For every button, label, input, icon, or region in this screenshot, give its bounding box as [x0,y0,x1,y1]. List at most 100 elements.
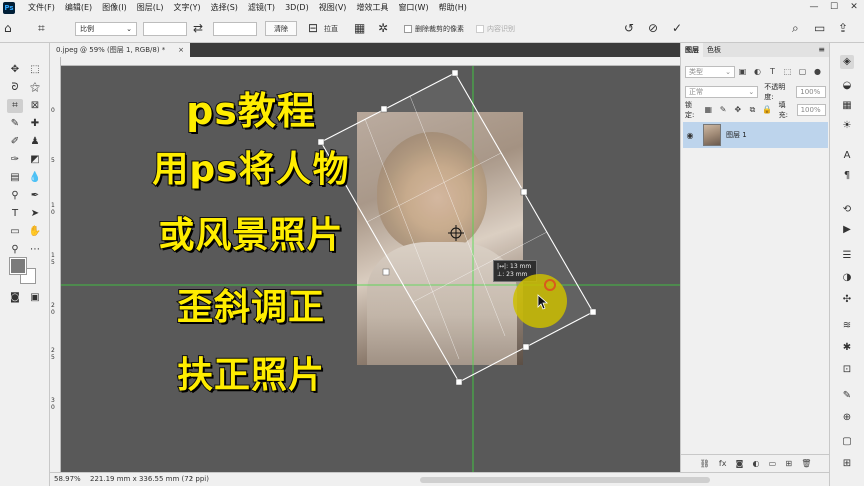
frame-tool-icon[interactable]: ⊠ [27,99,43,113]
filter-pixel-icon[interactable]: ▣ [737,66,748,77]
gradient-tool-icon[interactable]: ▤ [7,171,23,185]
commit-check-icon[interactable]: ✓ [672,20,688,37]
lock-artboard-icon[interactable]: ⧉ [747,104,758,115]
screen-mode-icon[interactable]: ▣ [27,291,43,305]
eyedropper-tool-icon[interactable]: ✎ [7,117,23,131]
paths-dock-icon[interactable]: ✱ [840,341,854,355]
search-icon[interactable]: ⌕ [792,20,806,37]
delete-cropped-checkbox[interactable] [404,24,412,33]
trash-icon[interactable]: 🗑 [801,459,811,468]
foreground-color-swatch[interactable] [9,257,27,275]
menu-3d[interactable]: 3D(D) [280,3,314,12]
styles-dock-icon[interactable]: ✣ [840,293,854,307]
actions-dock-icon[interactable]: ▶ [840,223,854,237]
straighten-icon[interactable]: ⊟ [306,20,320,37]
filter-adjustment-icon[interactable]: ◐ [752,66,763,77]
menu-edit[interactable]: 编辑(E) [60,2,97,13]
menu-file[interactable]: 文件(F) [23,2,60,13]
tab-swatches[interactable]: 色板 [703,43,725,57]
history-brush-tool-icon[interactable]: ✑ [7,153,23,167]
filter-toggle-icon[interactable]: ● [812,66,823,77]
clear-button[interactable]: 清除 [265,21,297,36]
menu-plugins[interactable]: 增效工具 [351,2,393,13]
content-aware-checkbox[interactable] [476,24,484,33]
blend-mode-select[interactable]: 正常 ⌄ [685,85,759,98]
channels-dock-icon[interactable]: ≋ [840,319,854,333]
crop-tool-icon[interactable]: ⌗ [7,99,23,113]
zoom-level[interactable]: 58.97% [54,475,81,483]
status-arrow-icon[interactable]: › [190,474,193,482]
menu-help[interactable]: 帮助(H) [434,2,472,13]
add-mask-icon[interactable]: ◙ [736,459,744,468]
navigator-dock-icon[interactable]: ▢ [840,435,854,449]
character-dock-icon[interactable]: A [840,149,854,163]
filter-smart-object-icon[interactable]: ▢ [797,66,808,77]
crop-tool-preset-icon[interactable]: ⌗ [38,20,52,37]
new-layer-icon[interactable]: ⊞ [785,459,792,468]
lock-all-icon[interactable]: 🔒 [762,104,773,115]
properties-dock-icon[interactable]: ☰ [840,249,854,263]
move-tool-icon[interactable]: ✥ [7,63,23,77]
brushes-dock-icon[interactable]: ✎ [840,389,854,403]
clone-source-dock-icon[interactable]: ⊕ [840,411,854,425]
brush-tool-icon[interactable]: ✐ [7,135,23,149]
menu-image[interactable]: 图像(I) [97,2,132,13]
info-dock-icon[interactable]: ⊞ [840,457,854,471]
zoom-tool-icon[interactable]: ⚲ [7,243,23,257]
cancel-icon[interactable]: ⊘ [648,20,664,37]
fx-icon[interactable]: fx [719,459,727,468]
fill-field[interactable]: 100% [796,103,827,116]
lock-pixels-icon[interactable]: ✎ [718,104,729,115]
gear-icon[interactable]: ✲ [378,20,392,37]
pen-tool-icon[interactable]: ✒ [27,189,43,203]
stamp-tool-icon[interactable]: ♟ [27,135,43,149]
healing-brush-tool-icon[interactable]: ✚ [27,117,43,131]
history-dock-icon[interactable]: ⟲ [840,203,854,217]
lasso-tool-icon[interactable]: ᘐ [7,81,23,95]
blur-tool-icon[interactable]: 💧 [27,171,43,185]
panel-menu-icon[interactable]: ≡ [818,43,825,57]
layer-name[interactable]: 图层 1 [726,130,747,140]
menu-type[interactable]: 文字(Y) [168,2,205,13]
menu-window[interactable]: 窗口(W) [393,2,433,13]
canvas-area[interactable]: ps教程 用ps将人物 或风景照片 歪斜调正 扶正照片 |↔|: 13 mm ⊥… [61,66,680,472]
width-field[interactable] [143,21,187,36]
lock-position-icon[interactable]: ✥ [732,104,743,115]
workspace-icon[interactable]: ▭ [814,20,828,37]
type-tool-icon[interactable]: T [7,207,23,221]
maximize-button[interactable]: ☐ [824,0,844,15]
reset-icon[interactable]: ↺ [624,20,640,37]
filter-type-icon[interactable]: T [767,66,778,77]
new-group-icon[interactable]: ▭ [769,459,777,468]
share-icon[interactable]: ⇪ [838,20,852,37]
close-tab-icon[interactable]: × [178,43,184,57]
overlay-grid-icon[interactable]: ▦ [354,20,368,37]
tab-layers[interactable]: 图层 [681,43,703,57]
layers-dock-icon[interactable]: ◈ [840,55,854,69]
adjustment-layer-icon[interactable]: ◐ [753,459,760,468]
layer-row[interactable]: ◉ 图层 1 [683,122,828,148]
document-tab[interactable]: 0.jpeg @ 59% (图层 1, RGB/8) * × [50,43,190,57]
swatches-dock-icon[interactable]: ▦ [840,99,854,113]
eraser-tool-icon[interactable]: ◩ [27,153,43,167]
home-icon[interactable]: ⌂ [4,20,18,37]
horizontal-scrollbar[interactable] [420,477,710,483]
layer-kind-filter[interactable]: 类型 ⌄ [685,65,735,78]
marquee-tool-icon[interactable]: ⬚ [27,63,43,77]
straighten-label[interactable]: 拉直 [324,24,338,34]
quick-mask-icon[interactable]: ◙ [7,291,23,305]
swap-dimensions-icon[interactable]: ⇄ [193,20,207,37]
menu-filter[interactable]: 滤镜(T) [243,2,280,13]
rectangle-tool-icon[interactable]: ▭ [7,225,23,239]
opacity-field[interactable]: 100% [796,85,826,98]
libraries-dock-icon[interactable]: ⊡ [840,363,854,377]
more-tools-icon[interactable]: ⋯ [27,243,43,257]
lock-transparency-icon[interactable]: ▦ [703,104,714,115]
glyphs-dock-icon[interactable] [840,177,854,191]
learn-dock-icon[interactable]: ☀ [840,119,854,133]
ratio-select[interactable]: 比例 ⌄ [75,21,137,36]
filter-shape-icon[interactable]: ⬚ [782,66,793,77]
link-layers-icon[interactable]: ⛓ [700,459,710,468]
hand-tool-icon[interactable]: ✋ [27,225,43,239]
minimize-button[interactable]: — [804,0,824,15]
